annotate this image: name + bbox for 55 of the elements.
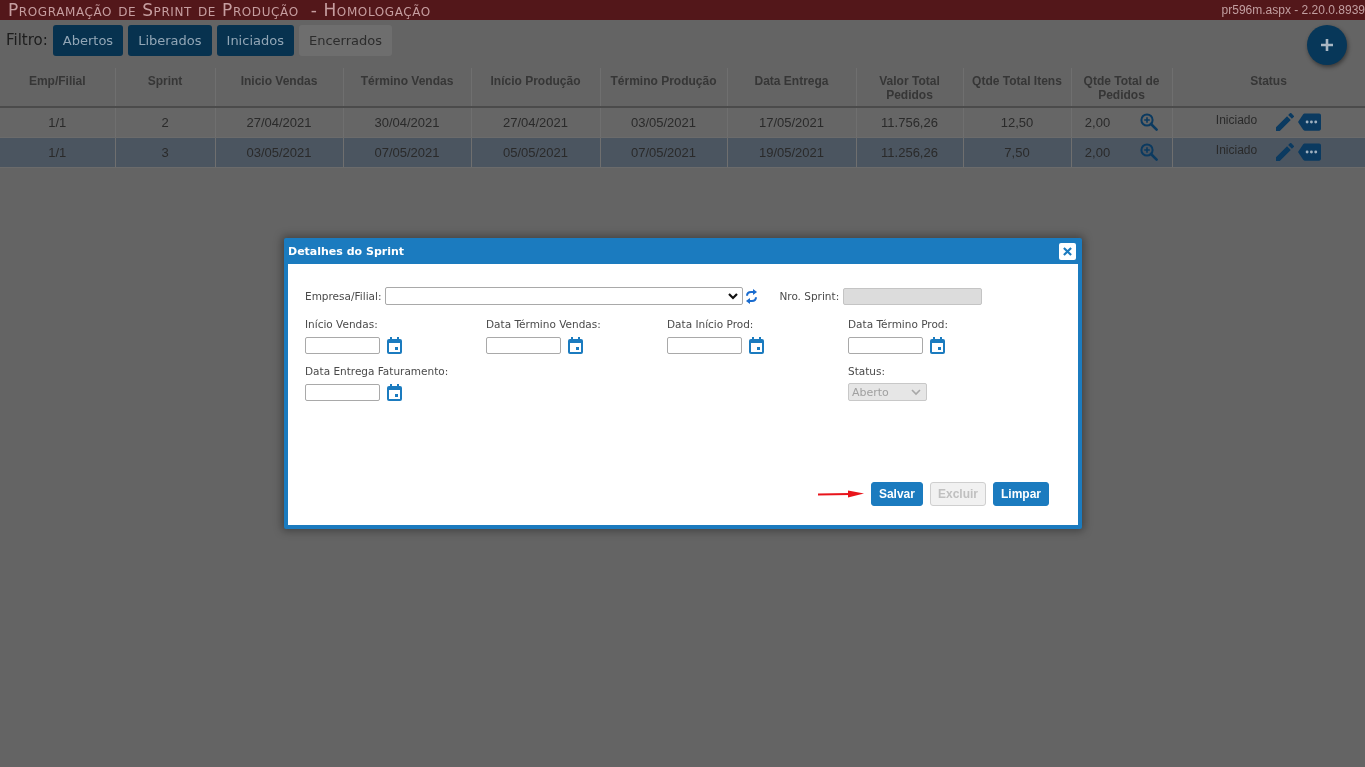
calendar-icon[interactable] <box>387 336 402 354</box>
field-label: Data Início Prod: <box>667 317 754 331</box>
add-button[interactable] <box>1307 25 1347 65</box>
close-icon <box>1063 246 1072 256</box>
chevron-down-icon <box>728 292 739 300</box>
table-cell: 27/04/2021 <box>215 107 343 137</box>
calendar-icon[interactable] <box>387 383 402 401</box>
calendar-icon[interactable] <box>568 336 583 354</box>
table-cell: 03/05/2021 <box>600 107 727 137</box>
calendar-icon[interactable] <box>749 336 764 354</box>
close-button[interactable] <box>1059 242 1076 260</box>
field-label: Nro. Sprint: <box>779 289 840 303</box>
pencil-icon[interactable] <box>1276 113 1295 132</box>
table-cell: 17/05/2021 <box>727 107 856 137</box>
field-label: Status: <box>848 364 885 378</box>
calendar-icon[interactable] <box>930 336 945 354</box>
table-cell: 30/04/2021 <box>343 107 471 137</box>
table-cell: 11.756,26 <box>856 107 963 137</box>
date-input[interactable] <box>305 336 380 354</box>
filter-button[interactable]: Abertos <box>52 25 124 56</box>
table-cell: 12,50 <box>963 107 1071 137</box>
field-label: Início Vendas: <box>305 317 378 331</box>
save-button[interactable]: Salvar <box>870 482 923 506</box>
field-label: Data Entrega Faturamento: <box>305 364 449 378</box>
filter-button[interactable]: Liberados <box>128 25 212 56</box>
table-cell: 1/1 <box>0 107 115 137</box>
zoom-in-icon[interactable] <box>1140 143 1159 161</box>
field-label: Empresa/Filial: <box>305 289 382 303</box>
dialog-title: Detalhes do Sprint <box>288 244 405 258</box>
refresh-icon[interactable] <box>745 288 759 304</box>
company-select[interactable] <box>385 287 744 305</box>
version-label: pr596m.aspx - 2.20.0.8939 <box>1221 3 1365 17</box>
date-input[interactable] <box>305 383 380 401</box>
date-input[interactable] <box>667 336 742 354</box>
table-cell: 2 <box>115 107 215 137</box>
date-input[interactable] <box>848 336 923 354</box>
zoom-in-icon[interactable] <box>1140 113 1159 132</box>
pencil-icon[interactable] <box>1276 143 1295 161</box>
tag-icon[interactable] <box>1298 143 1322 161</box>
annotation-arrow <box>817 490 864 498</box>
field-label: Data Término Vendas: <box>486 317 601 331</box>
date-input[interactable] <box>486 336 561 354</box>
clear-button[interactable]: Limpar <box>993 482 1049 506</box>
filter-label: Filtro: <box>6 31 48 49</box>
filter-button[interactable]: Encerrados <box>298 25 392 56</box>
status-text: Iniciado <box>1215 113 1258 128</box>
chevron-down-icon <box>911 388 921 396</box>
tag-icon[interactable] <box>1298 113 1322 132</box>
field-label: Data Término Prod: <box>848 317 949 331</box>
table-row[interactable]: 1/1 2 27/04/2021 30/04/2021 27/04/2021 03/05/2021 17/05/2021 11.756,26 12,50 2,00 Iniciado <box>0 107 1365 137</box>
plus-icon <box>1321 39 1333 51</box>
table-cell: 27/04/2021 <box>471 107 600 137</box>
filter-button[interactable]: Iniciados <box>216 25 294 56</box>
page-title: Programação de Sprint de Produção - Homologação <box>8 0 431 20</box>
cell-value: 2,00 <box>1084 114 1111 130</box>
